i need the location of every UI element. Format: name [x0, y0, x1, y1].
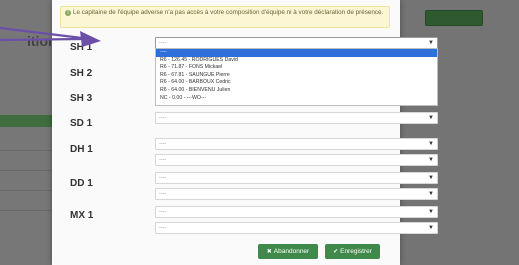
row-label-dd1: DD 1: [70, 178, 93, 189]
row-label-sh3: SH 3: [70, 93, 93, 104]
save-button[interactable]: ✔ Enregistrer: [325, 244, 380, 259]
check-icon: ✔: [333, 249, 339, 255]
dropdown-option[interactable]: R6 - 67.81 - SAUNGUE Pierre: [156, 72, 437, 80]
select-mx1-player1[interactable]: ---- ▼: [155, 206, 438, 218]
chevron-down-icon: ▼: [428, 175, 434, 181]
dropdown-option[interactable]: R6 - 64.00 - BARBOUX Cedric: [156, 79, 437, 87]
dropdown-option[interactable]: R6 - 126.45 - RODRIGUES David: [156, 57, 437, 65]
select-mx1-player2[interactable]: ---- ▼: [155, 222, 438, 234]
chevron-down-icon: ▼: [428, 225, 434, 231]
dropdown-option[interactable]: R6 - 64.00 - BIENVENU Julien: [156, 87, 437, 95]
background-green-button: [425, 10, 483, 26]
chevron-down-icon: ▼: [428, 157, 434, 163]
cancel-button[interactable]: ✖ Abandonner: [258, 244, 318, 259]
dropdown-option[interactable]: NC - 0.00 - ---WO---: [156, 95, 437, 103]
select-dh1-player1[interactable]: ---- ▼: [155, 138, 438, 150]
select-sd1[interactable]: ---- ▼: [155, 112, 438, 124]
alert-text: Le capitaine de l'équipe adverse n'a pas…: [73, 9, 384, 16]
row-label-mx1: MX 1: [70, 210, 94, 221]
select-dd1-player2[interactable]: ---- ▼: [155, 188, 438, 200]
background-divider: [0, 190, 52, 191]
close-icon: ✖: [266, 249, 272, 255]
background-divider: [0, 170, 52, 171]
select-dd1-player1[interactable]: ---- ▼: [155, 172, 438, 184]
background-green-bar: [0, 115, 52, 127]
dropdown-option[interactable]: R6 - 71.87 - FONS Mickael: [156, 64, 437, 72]
info-alert: i Le capitaine de l'équipe adverse n'a pa…: [60, 6, 390, 28]
team-composition-modal: i Le capitaine de l'équipe adverse n'a pa…: [52, 0, 438, 265]
chevron-down-icon: ▼: [428, 141, 434, 147]
row-label-sh1: SH 1: [70, 42, 93, 53]
chevron-down-icon: ▼: [428, 115, 434, 121]
row-label-sh2: SH 2: [70, 68, 93, 79]
dropdown-option[interactable]: ----: [156, 49, 437, 57]
info-icon: i: [65, 10, 71, 16]
chevron-down-icon: ▼: [428, 191, 434, 197]
row-label-sd1: SD 1: [70, 118, 93, 129]
background-divider: [0, 210, 52, 211]
select-dh1-player2[interactable]: ---- ▼: [155, 154, 438, 166]
background-divider: [0, 150, 52, 151]
player-dropdown-list[interactable]: ---- R6 - 126.45 - RODRIGUES David R6 - …: [155, 48, 438, 106]
chevron-down-icon: ▼: [428, 40, 434, 46]
chevron-down-icon: ▼: [428, 209, 434, 215]
row-label-dh1: DH 1: [70, 144, 93, 155]
